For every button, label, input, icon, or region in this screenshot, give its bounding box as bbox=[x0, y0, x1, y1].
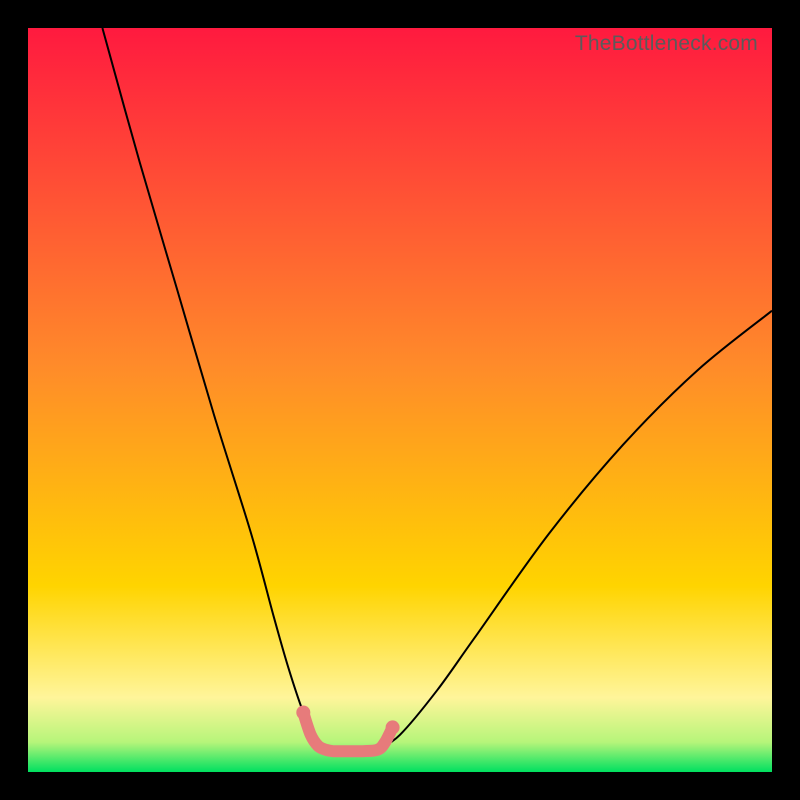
chart-frame: TheBottleneck.com bbox=[0, 0, 800, 800]
highlight-mid-dot-0 bbox=[313, 740, 324, 751]
chart-curves bbox=[28, 28, 772, 772]
highlight-mid-dot-1 bbox=[372, 744, 383, 755]
highlight-end-dot-1 bbox=[386, 720, 400, 734]
highlight-end-dot-0 bbox=[296, 706, 310, 720]
curve-right-branch bbox=[378, 311, 772, 750]
curve-left-branch bbox=[102, 28, 325, 750]
chart-plot-area: TheBottleneck.com bbox=[28, 28, 772, 772]
